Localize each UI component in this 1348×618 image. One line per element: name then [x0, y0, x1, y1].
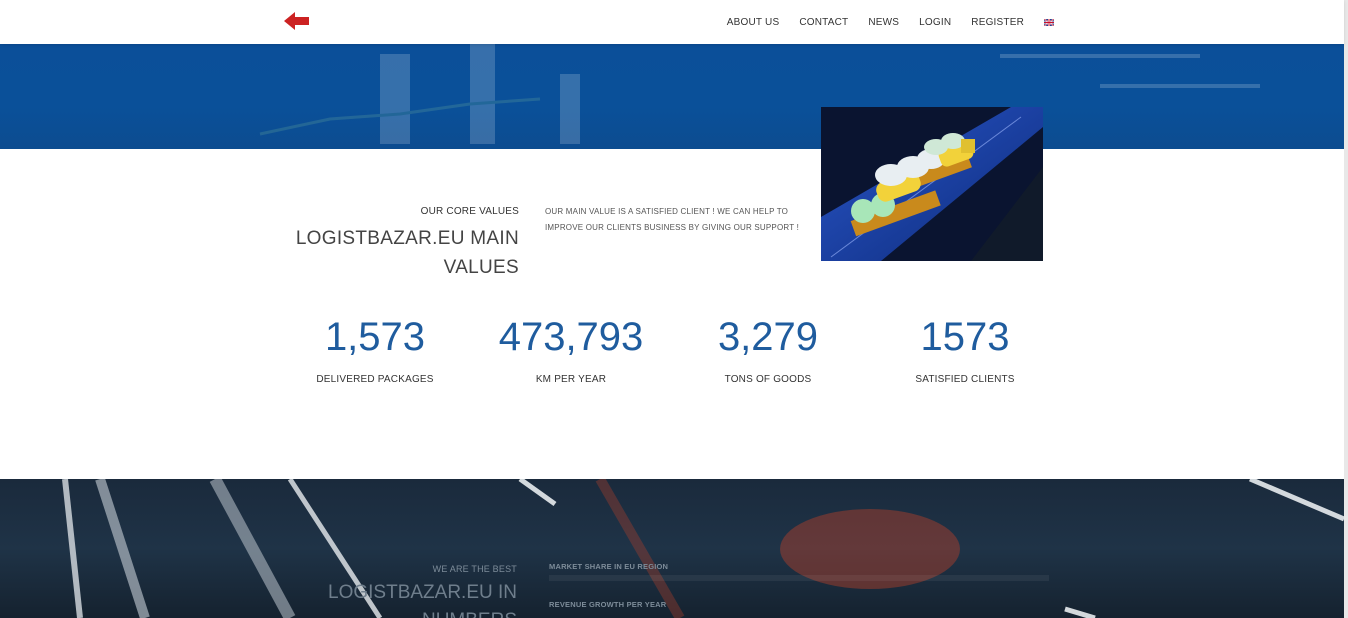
numbers-eyebrow: WE ARE THE BEST [432, 564, 517, 574]
stat-value: 1573 [920, 315, 1010, 359]
stat-label: SATISFIED CLIENTS [915, 374, 1015, 385]
stat-delivered-packages: 1,573 DELIVERED PACKAGES [275, 312, 475, 385]
nav-contact[interactable]: CONTACT [799, 17, 848, 28]
stat-tons-of-goods: 3,279 TONS OF GOODS [668, 312, 868, 385]
metric-label-revenue-growth: REVENUE GROWTH PER YEAR [549, 600, 667, 609]
background-chart-decoration [259, 44, 1260, 144]
stat-km-per-year: 473,793 KM PER YEAR [471, 312, 671, 385]
nav-login[interactable]: LOGIN [919, 17, 951, 28]
truck-illustration [821, 107, 1043, 261]
core-values-description: OUR MAIN VALUE IS A SATISFIED CLIENT ! W… [545, 207, 800, 232]
page-scrollbar[interactable] [1344, 0, 1348, 618]
back-arrow-icon[interactable] [284, 11, 310, 31]
uk-flag-icon[interactable] [1044, 18, 1054, 26]
top-navigation-bar: ABOUT US CONTACT NEWS LOGIN REGISTER [0, 0, 1344, 44]
core-values-eyebrow: OUR CORE VALUES [420, 206, 519, 217]
nav-register[interactable]: REGISTER [971, 17, 1024, 28]
hero-blue-band [0, 44, 1344, 149]
nav-about-us[interactable]: ABOUT US [727, 17, 780, 28]
truck-on-highway-image [821, 107, 1043, 261]
numbers-section: WE ARE THE BEST LOGISTBAZAR.EU IN NUMBER… [0, 479, 1344, 618]
metric-bar-market-share [549, 575, 1049, 581]
stat-label: KM PER YEAR [535, 374, 607, 385]
highway-background [62, 479, 1344, 618]
stat-satisfied-clients: 1573 SATISFIED CLIENTS [865, 312, 1065, 385]
stat-label: TONS OF GOODS [724, 374, 812, 385]
numbers-title: LOGISTBAZAR.EU IN NUMBERS [328, 582, 517, 618]
nav-news[interactable]: NEWS [868, 17, 899, 28]
core-values-title: LOGISTBAZAR.EU MAIN VALUES [295, 228, 519, 278]
stat-label: DELIVERED PACKAGES [316, 374, 434, 385]
metric-label-market-share: MARKET SHARE IN EU REGION [549, 562, 669, 571]
stat-value: 473,793 [498, 315, 644, 359]
stat-value: 1,573 [324, 315, 426, 359]
stat-value: 3,279 [717, 315, 819, 359]
main-menu: ABOUT US CONTACT NEWS LOGIN REGISTER [727, 0, 1054, 44]
